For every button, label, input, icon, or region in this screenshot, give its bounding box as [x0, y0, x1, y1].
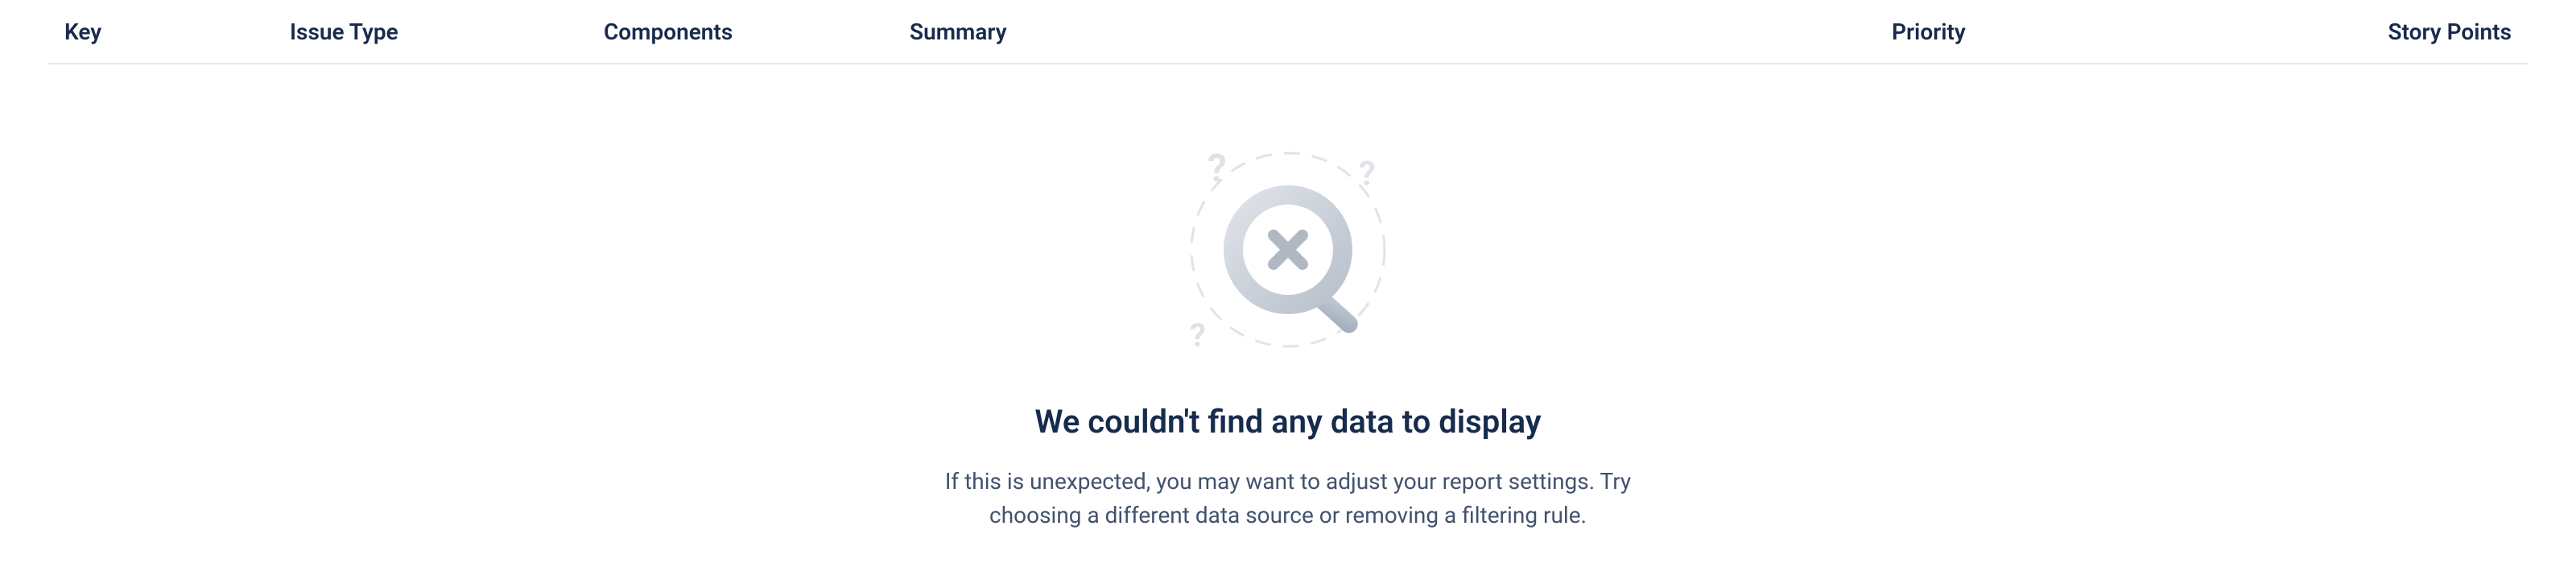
table-header: Key Issue Type Components Summary Priori… [48, 0, 2528, 64]
column-header-key[interactable]: Key [64, 19, 290, 45]
column-header-issue-type[interactable]: Issue Type [290, 19, 604, 45]
empty-state: ? ? ? We couldn't find any data to displ… [48, 64, 2528, 532]
svg-text:?: ? [1359, 155, 1376, 194]
empty-state-description: If this is unexpected, you may want to a… [926, 465, 1650, 532]
empty-state-heading: We couldn't find any data to display [1034, 403, 1541, 441]
column-header-priority[interactable]: Priority [1892, 19, 2286, 45]
column-header-components[interactable]: Components [604, 19, 910, 45]
search-not-found-icon: ? ? ? [1159, 137, 1417, 379]
column-header-story-points[interactable]: Story Points [2286, 19, 2512, 45]
svg-text:?: ? [1208, 145, 1227, 191]
svg-text:?: ? [1190, 317, 1206, 354]
column-header-summary[interactable]: Summary [910, 19, 1892, 45]
